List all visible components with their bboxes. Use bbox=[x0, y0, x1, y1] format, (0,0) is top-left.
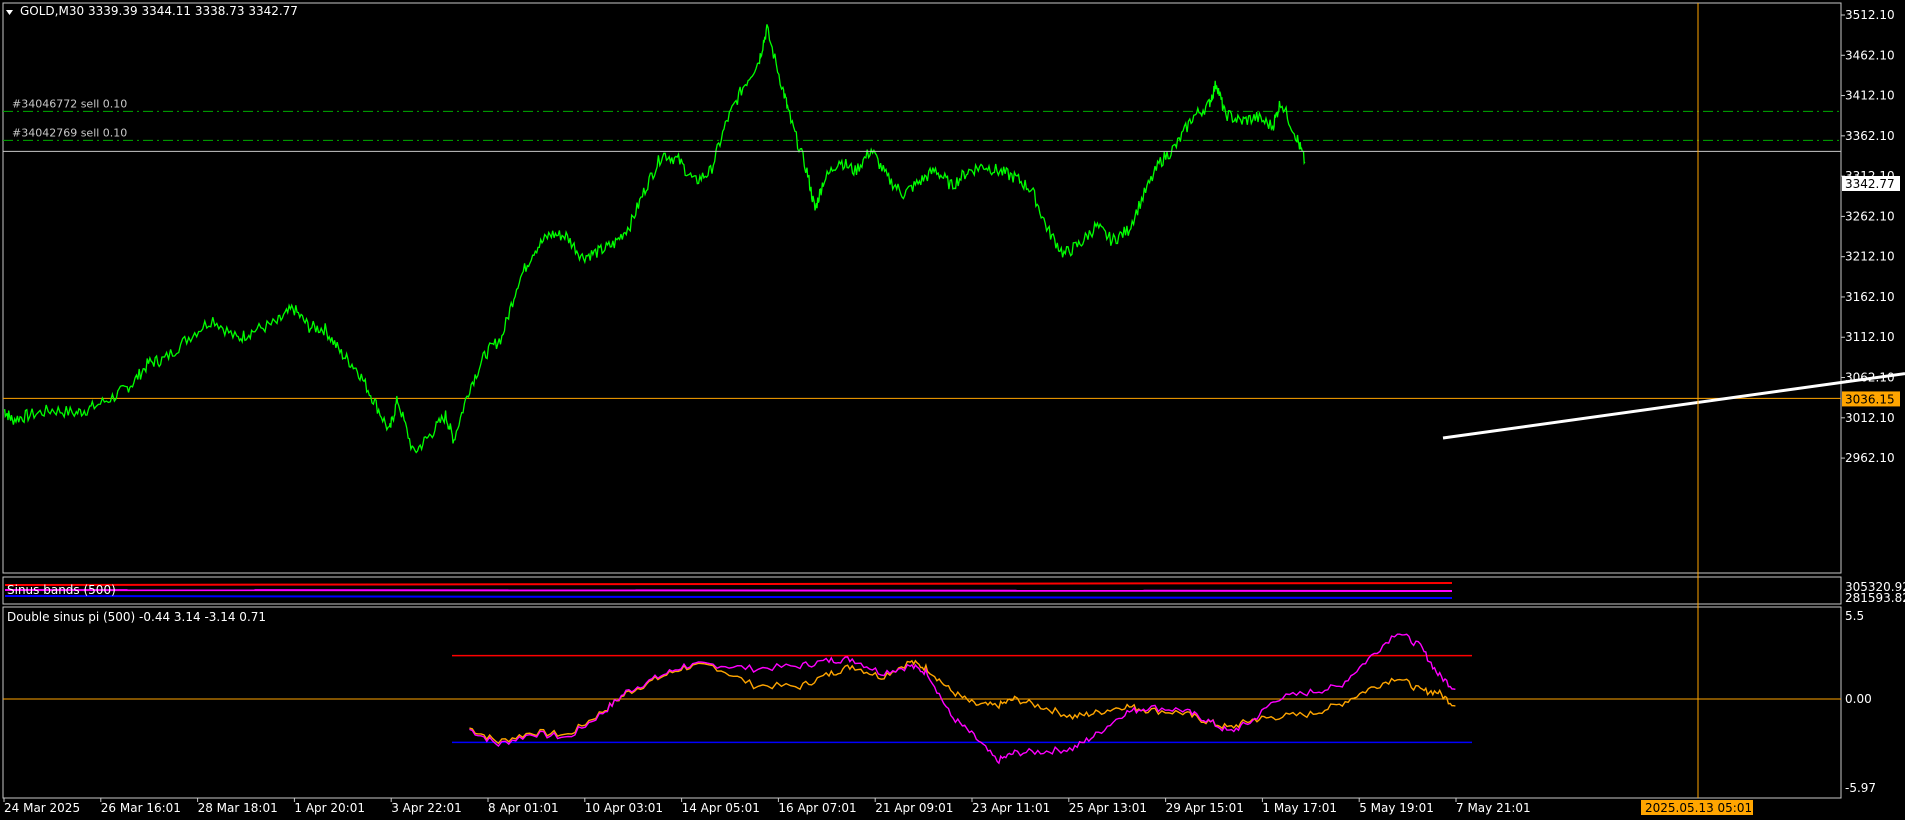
chart-canvas: 3512.103462.103412.103362.103312.103262.… bbox=[0, 0, 1905, 820]
ds-ytick-top: 5.5 bbox=[1845, 609, 1864, 623]
x-tick-label: 23 Apr 11:01 bbox=[972, 801, 1050, 815]
crosshair-time-tag: 2025.05.13 05:01 bbox=[1641, 800, 1753, 815]
x-tick-label: 26 Mar 16:01 bbox=[101, 801, 181, 815]
x-tick-label: 3 Apr 22:01 bbox=[391, 801, 462, 815]
ds-ytick-bottom: -5.97 bbox=[1845, 781, 1876, 795]
x-tick-label: 14 Apr 05:01 bbox=[682, 801, 760, 815]
svg-text:2025.05.13 05:01: 2025.05.13 05:01 bbox=[1645, 801, 1752, 815]
x-tick-label: 16 Apr 07:01 bbox=[778, 801, 856, 815]
y-tick-label: 3212.10 bbox=[1845, 250, 1895, 264]
x-tick-label: 5 May 19:01 bbox=[1359, 801, 1434, 815]
x-tick-label: 25 Apr 13:01 bbox=[1069, 801, 1147, 815]
y-tick-label: 3262.10 bbox=[1845, 209, 1895, 223]
x-tick-label: 28 Mar 18:01 bbox=[198, 801, 278, 815]
x-tick-label: 21 Apr 09:01 bbox=[875, 801, 953, 815]
sinus-band-magenta bbox=[4, 589, 1453, 592]
x-tick-label: 1 Apr 20:01 bbox=[294, 801, 365, 815]
ds-ytick-mid: 0.00 bbox=[1845, 692, 1872, 706]
x-tick-label: 8 Apr 01:01 bbox=[488, 801, 559, 815]
order-label: #34042769 sell 0.10 bbox=[12, 126, 127, 139]
y-tick-label: 3362.10 bbox=[1845, 129, 1895, 143]
y-tick-label: 3512.10 bbox=[1845, 8, 1895, 22]
x-tick-label: 24 Mar 2025 bbox=[4, 801, 80, 815]
x-tick-label: 10 Apr 03:01 bbox=[585, 801, 663, 815]
svg-text:3342.77: 3342.77 bbox=[1845, 177, 1895, 191]
double-sinus-title: Double sinus pi (500) -0.44 3.14 -3.14 0… bbox=[7, 610, 266, 624]
sinus-bands-title: Sinus bands (500) bbox=[7, 583, 116, 597]
y-tick-label: 2962.10 bbox=[1845, 451, 1895, 465]
hline-price-tag: 3036.15 bbox=[1842, 391, 1900, 407]
y-tick-label: 3412.10 bbox=[1845, 89, 1895, 103]
y-tick-label: 3112.10 bbox=[1845, 330, 1895, 344]
svg-text:3036.15: 3036.15 bbox=[1845, 392, 1895, 406]
symbol-label: GOLD,M30 bbox=[20, 4, 84, 18]
x-tick-label: 1 May 17:01 bbox=[1262, 801, 1337, 815]
x-tick-label: 29 Apr 15:01 bbox=[1166, 801, 1244, 815]
x-tick-label: 7 May 21:01 bbox=[1456, 801, 1531, 815]
ohlc-label: 3339.39 3344.11 3338.73 3342.77 bbox=[88, 4, 298, 18]
order-label: #34046772 sell 0.10 bbox=[12, 97, 127, 110]
sinus-bands-value-lower: 281593.82 bbox=[1845, 591, 1905, 605]
current-price-tag: 3342.77 bbox=[1842, 176, 1900, 191]
y-tick-label: 3012.10 bbox=[1845, 411, 1895, 425]
y-tick-label: 3162.10 bbox=[1845, 290, 1895, 304]
y-tick-label: 3462.10 bbox=[1845, 48, 1895, 62]
